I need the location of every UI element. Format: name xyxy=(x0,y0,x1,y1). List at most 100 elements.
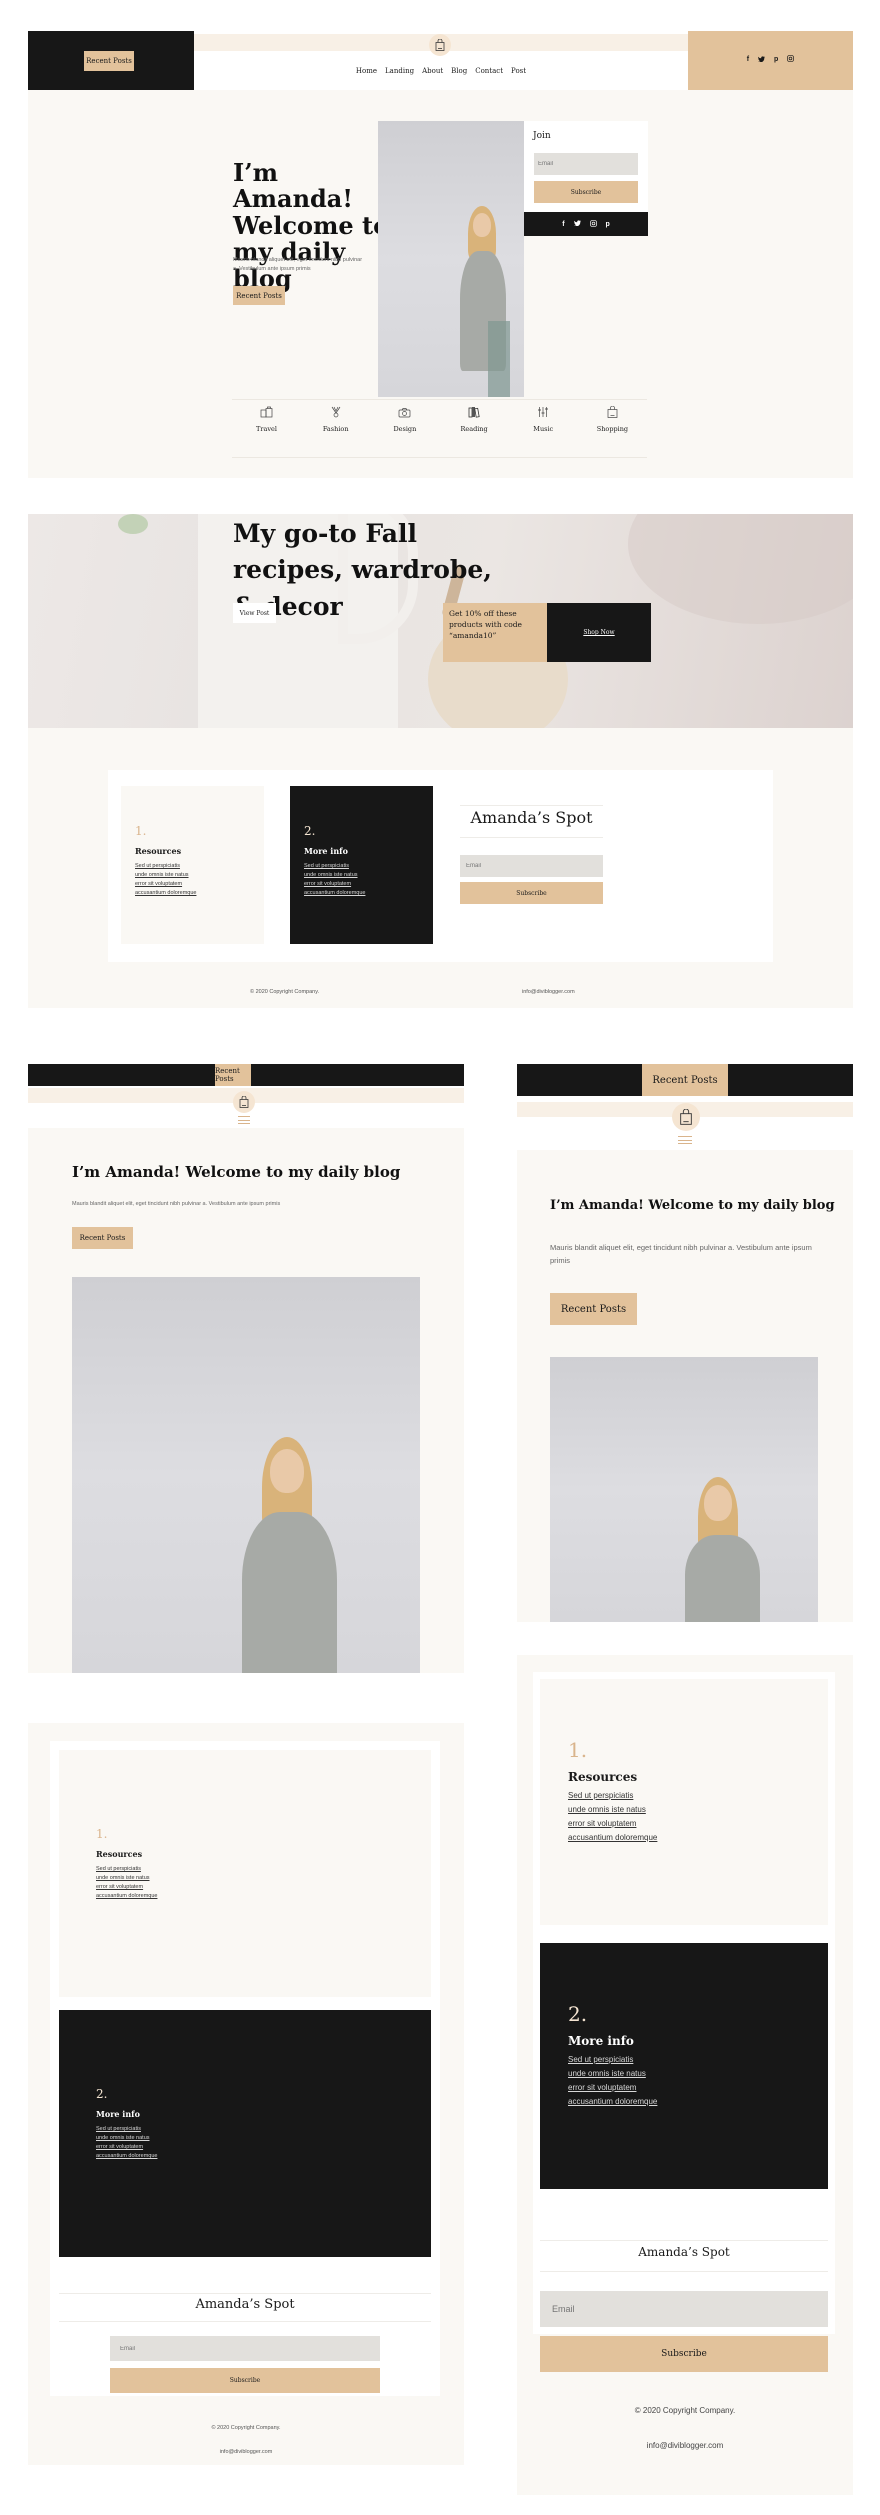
category-design[interactable]: Design xyxy=(370,405,439,433)
nav-landing[interactable]: Landing xyxy=(385,67,414,75)
nav-post[interactable]: Post xyxy=(511,67,526,75)
join-email-input[interactable] xyxy=(534,153,638,175)
hamburger-menu-icon[interactable] xyxy=(238,1116,250,1124)
luggage-icon xyxy=(260,405,274,419)
more-info-link[interactable]: accusantium doloremque xyxy=(96,2153,157,2159)
camera-icon xyxy=(398,405,412,419)
join-social-bar: f p xyxy=(524,212,648,236)
column-title: Resources xyxy=(135,846,182,856)
column-number: 1. xyxy=(96,1827,108,1841)
desktop-header-social-panel: f p xyxy=(688,31,853,90)
resources-link[interactable]: accusantium doloremque xyxy=(568,1833,657,1842)
resources-link[interactable]: unde omnis iste natus xyxy=(568,1805,657,1814)
divider xyxy=(59,2321,431,2322)
instagram-icon[interactable] xyxy=(787,55,795,64)
twitter-icon[interactable] xyxy=(758,55,766,64)
category-label: Design xyxy=(393,425,417,433)
column-title: More info xyxy=(568,2034,634,2048)
more-info-link[interactable]: error sit voluptatem xyxy=(568,2083,657,2092)
resources-link[interactable]: error sit voluptatem xyxy=(96,1884,157,1890)
nav-about[interactable]: About xyxy=(422,67,443,75)
mobile-hero-text: Mauris blandit aliquet elit, eget tincid… xyxy=(550,1243,812,1265)
category-label: Music xyxy=(533,425,554,433)
tablet-hero-title: I’m Amanda! Welcome to my daily blog xyxy=(72,1163,401,1181)
divider xyxy=(460,805,603,806)
mobile-amandas-spot-title: Amanda’s Spot xyxy=(638,2245,730,2259)
tablet-logo[interactable] xyxy=(233,1091,255,1113)
mobile-logo[interactable] xyxy=(672,1103,700,1131)
mobile-hero-title: I’m Amanda! Welcome to my daily blog xyxy=(550,1198,835,1213)
more-info-link[interactable]: unde omnis iste natus xyxy=(304,872,365,878)
shopping-bag-icon xyxy=(435,39,445,51)
mobile-contact-email[interactable]: info@diviblogger.com xyxy=(517,2441,853,2450)
shopping-bag-icon xyxy=(605,405,619,419)
desktop-main-nav: Home Landing About Blog Contact Post xyxy=(194,67,688,75)
column-title: More info xyxy=(96,2109,140,2119)
desktop-recent-posts-button[interactable]: Recent Posts xyxy=(84,51,134,71)
more-info-link[interactable]: Sed ut perspiciatis xyxy=(96,2126,157,2132)
mobile-subscribe-button[interactable]: Subscribe xyxy=(540,2336,828,2372)
more-info-link[interactable]: unde omnis iste natus xyxy=(568,2069,657,2078)
column-number: 1. xyxy=(135,824,147,838)
more-info-link[interactable]: Sed ut perspiciatis xyxy=(568,2055,657,2064)
header-social-links: f p xyxy=(688,55,853,64)
desktop-logo[interactable] xyxy=(429,34,451,56)
more-info-link[interactable]: error sit voluptatem xyxy=(304,881,365,887)
category-music[interactable]: Music xyxy=(509,405,578,433)
promo-text-box: Get 10% off these products with code “am… xyxy=(443,603,547,662)
column-number: 2. xyxy=(96,2087,108,2101)
mobile-email-input[interactable] xyxy=(540,2291,828,2327)
resources-link[interactable]: unde omnis iste natus xyxy=(96,1875,157,1881)
resources-link[interactable]: error sit voluptatem xyxy=(568,1819,657,1828)
tablet-contact-email[interactable]: info@diviblogger.com xyxy=(28,2449,464,2455)
category-reading[interactable]: Reading xyxy=(440,405,509,433)
category-label: Travel xyxy=(256,425,277,433)
divider xyxy=(540,2240,828,2241)
facebook-icon[interactable]: f xyxy=(562,221,564,228)
contact-email-link[interactable]: info@diviblogger.com xyxy=(522,989,575,995)
shop-now-link[interactable]: Shop Now xyxy=(547,603,651,662)
pinterest-icon[interactable]: p xyxy=(774,56,778,63)
more-info-link[interactable]: Sed ut perspiciatis xyxy=(304,863,365,869)
more-info-link[interactable]: error sit voluptatem xyxy=(96,2144,157,2150)
resources-link[interactable]: Sed ut perspiciatis xyxy=(96,1866,157,1872)
footer-subscribe-button[interactable]: Subscribe xyxy=(460,882,603,904)
join-subscribe-button[interactable]: Subscribe xyxy=(534,181,638,203)
category-fashion[interactable]: Fashion xyxy=(301,405,370,433)
facebook-icon[interactable]: f xyxy=(747,56,749,63)
tablet-email-input[interactable] xyxy=(110,2336,380,2361)
category-shopping[interactable]: Shopping xyxy=(578,405,647,433)
column-title: Resources xyxy=(568,1770,638,1784)
resources-link[interactable]: accusantium doloremque xyxy=(96,1893,157,1899)
mobile-recent-posts-button[interactable]: Recent Posts xyxy=(642,1064,728,1096)
more-info-link[interactable]: unde omnis iste natus xyxy=(96,2135,157,2141)
category-travel[interactable]: Travel xyxy=(232,405,301,433)
tablet-resources-column: 1. Resources Sed ut perspiciatis unde om… xyxy=(59,1750,431,1997)
view-post-button[interactable]: View Post xyxy=(233,603,276,623)
nav-blog[interactable]: Blog xyxy=(451,67,467,75)
tablet-subscribe-button[interactable]: Subscribe xyxy=(110,2368,380,2393)
tablet-more-info-column: 2. More info Sed ut perspiciatis unde om… xyxy=(59,2010,431,2257)
tablet-recent-posts-button[interactable]: Recent Posts xyxy=(215,1064,251,1086)
twitter-icon[interactable] xyxy=(573,220,581,228)
category-divider-top xyxy=(232,399,647,400)
instagram-icon[interactable] xyxy=(589,219,597,229)
more-info-link[interactable]: accusantium doloremque xyxy=(304,890,365,896)
footer-email-input[interactable] xyxy=(460,855,603,877)
resources-link[interactable]: Sed ut perspiciatis xyxy=(135,863,196,869)
resources-link[interactable]: error sit voluptatem xyxy=(135,881,196,887)
nav-contact[interactable]: Contact xyxy=(475,67,503,75)
more-info-link[interactable]: accusantium doloremque xyxy=(568,2097,657,2106)
resources-link[interactable]: Sed ut perspiciatis xyxy=(568,1791,657,1800)
desktop-hero-recent-posts-button[interactable]: Recent Posts xyxy=(233,286,285,305)
mobile-hero-button[interactable]: Recent Posts xyxy=(550,1293,637,1325)
hamburger-menu-icon[interactable] xyxy=(678,1136,692,1144)
column-title: Resources xyxy=(96,1849,143,1859)
resources-link[interactable]: accusantium doloremque xyxy=(135,890,196,896)
resources-link[interactable]: unde omnis iste natus xyxy=(135,872,196,878)
tablet-hero-button[interactable]: Recent Posts xyxy=(72,1227,133,1249)
category-label: Fashion xyxy=(322,425,349,433)
pinterest-icon[interactable]: p xyxy=(606,221,610,228)
mobile-copyright-text: © 2020 Copyright Company. xyxy=(634,2406,736,2415)
nav-home[interactable]: Home xyxy=(356,67,377,75)
